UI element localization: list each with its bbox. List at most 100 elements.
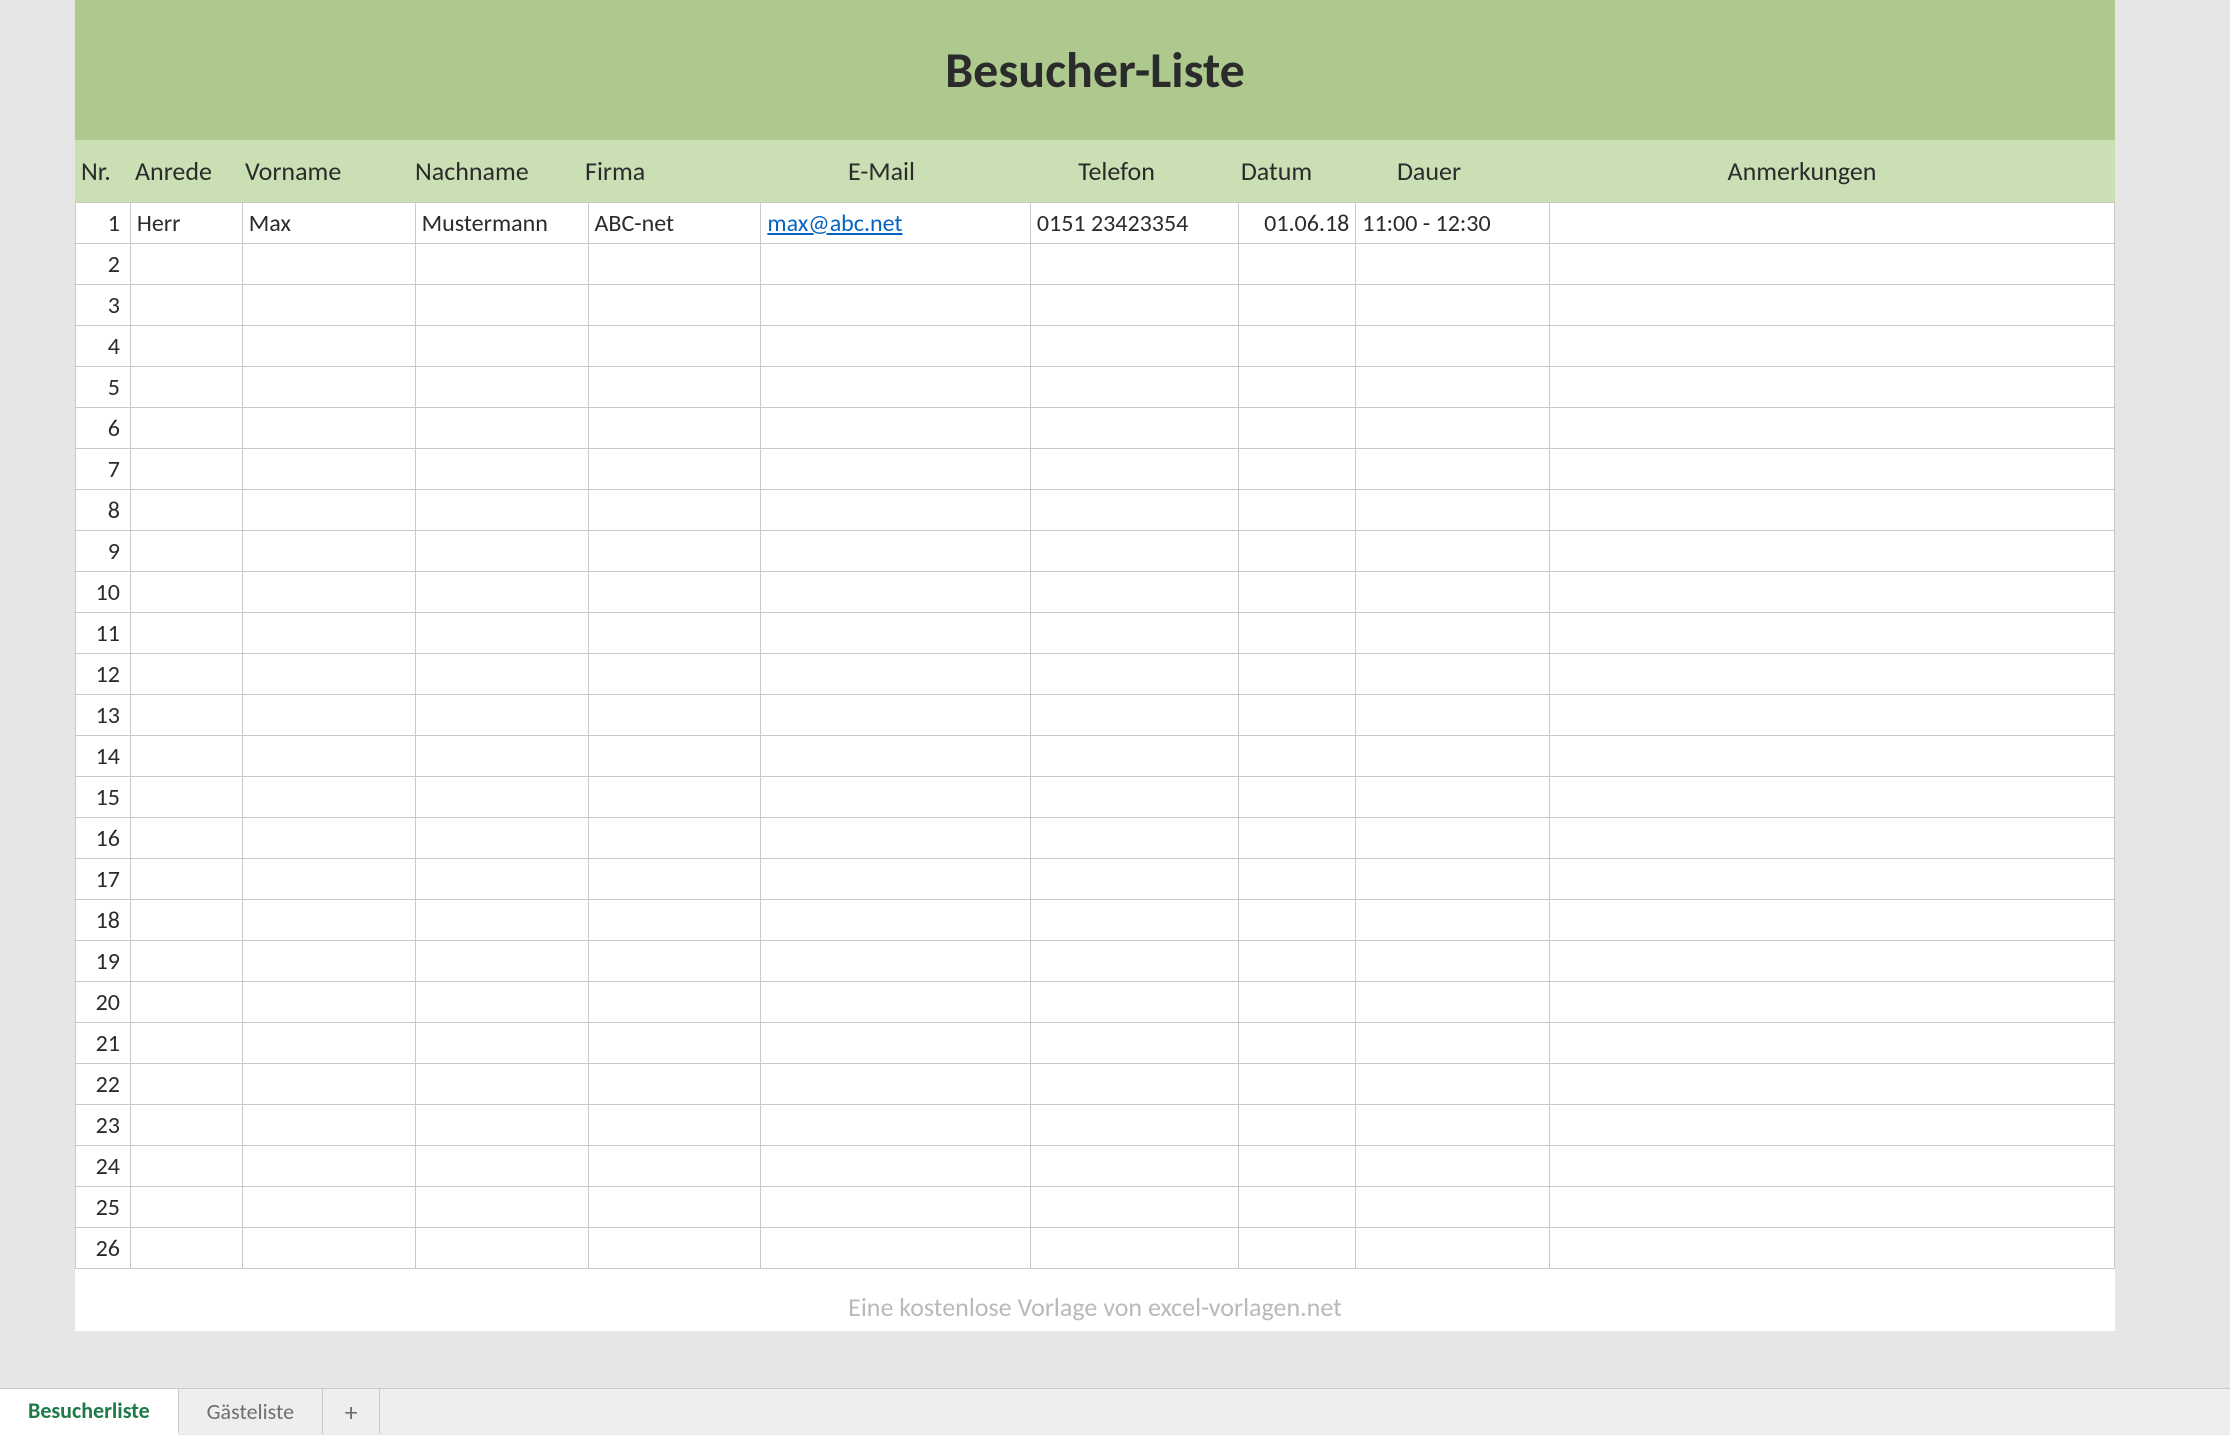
cell-nr[interactable]: 23 (76, 1105, 131, 1146)
cell-anrede[interactable] (130, 1105, 242, 1146)
add-sheet-button[interactable]: + (323, 1389, 380, 1434)
cell-anrede[interactable] (130, 1228, 242, 1269)
cell-email[interactable] (761, 449, 1030, 490)
table-row[interactable]: 25 (76, 1187, 2115, 1228)
cell-nachname[interactable] (415, 613, 588, 654)
cell-vorname[interactable] (242, 654, 415, 695)
cell-telefon[interactable] (1030, 777, 1238, 818)
cell-datum[interactable] (1239, 736, 1356, 777)
cell-dauer[interactable] (1356, 736, 1549, 777)
cell-anmerkungen[interactable] (1549, 1064, 2115, 1105)
cell-telefon[interactable] (1030, 285, 1238, 326)
cell-nachname[interactable] (415, 818, 588, 859)
cell-vorname[interactable] (242, 449, 415, 490)
cell-vorname[interactable] (242, 1064, 415, 1105)
cell-anrede[interactable] (130, 449, 242, 490)
cell-telefon[interactable] (1030, 490, 1238, 531)
cell-nachname[interactable] (415, 244, 588, 285)
cell-telefon[interactable] (1030, 695, 1238, 736)
cell-firma[interactable] (588, 736, 761, 777)
cell-datum[interactable] (1239, 1105, 1356, 1146)
cell-firma[interactable] (588, 449, 761, 490)
cell-datum[interactable] (1239, 367, 1356, 408)
cell-vorname[interactable] (242, 900, 415, 941)
cell-anmerkungen[interactable] (1549, 982, 2115, 1023)
cell-firma[interactable] (588, 326, 761, 367)
cell-dauer[interactable] (1356, 941, 1549, 982)
cell-nachname[interactable] (415, 326, 588, 367)
cell-email[interactable] (761, 285, 1030, 326)
cell-anmerkungen[interactable] (1549, 777, 2115, 818)
cell-vorname[interactable] (242, 285, 415, 326)
cell-anmerkungen[interactable] (1549, 449, 2115, 490)
cell-firma[interactable] (588, 982, 761, 1023)
cell-anrede[interactable] (130, 941, 242, 982)
cell-email[interactable] (761, 490, 1030, 531)
table-row[interactable]: 4 (76, 326, 2115, 367)
cell-telefon[interactable] (1030, 1228, 1238, 1269)
cell-nr[interactable]: 6 (76, 408, 131, 449)
cell-dauer[interactable] (1356, 982, 1549, 1023)
cell-firma[interactable] (588, 859, 761, 900)
cell-anrede[interactable] (130, 326, 242, 367)
table-row[interactable]: 23 (76, 1105, 2115, 1146)
cell-nr[interactable]: 24 (76, 1146, 131, 1187)
table-row[interactable]: 16 (76, 818, 2115, 859)
cell-datum[interactable] (1239, 449, 1356, 490)
cell-nr[interactable]: 8 (76, 490, 131, 531)
cell-vorname[interactable] (242, 982, 415, 1023)
cell-anrede[interactable] (130, 490, 242, 531)
cell-nr[interactable]: 1 (76, 203, 131, 244)
cell-datum[interactable] (1239, 818, 1356, 859)
cell-vorname[interactable] (242, 1105, 415, 1146)
cell-anmerkungen[interactable] (1549, 285, 2115, 326)
cell-email[interactable] (761, 408, 1030, 449)
cell-datum[interactable] (1239, 941, 1356, 982)
cell-dauer[interactable]: 11:00 - 12:30 (1356, 203, 1549, 244)
cell-firma[interactable] (588, 1105, 761, 1146)
cell-anrede[interactable] (130, 1064, 242, 1105)
cell-email[interactable] (761, 367, 1030, 408)
cell-vorname[interactable] (242, 941, 415, 982)
cell-firma[interactable] (588, 941, 761, 982)
cell-nachname[interactable] (415, 490, 588, 531)
cell-anrede[interactable] (130, 654, 242, 695)
cell-anrede[interactable] (130, 1023, 242, 1064)
cell-firma[interactable] (588, 900, 761, 941)
cell-email[interactable] (761, 1023, 1030, 1064)
table-row[interactable]: 14 (76, 736, 2115, 777)
cell-nr[interactable]: 3 (76, 285, 131, 326)
cell-anrede[interactable] (130, 1187, 242, 1228)
cell-nachname[interactable] (415, 900, 588, 941)
table-row[interactable]: 19 (76, 941, 2115, 982)
cell-anmerkungen[interactable] (1549, 1228, 2115, 1269)
cell-firma[interactable] (588, 1064, 761, 1105)
cell-anrede[interactable] (130, 736, 242, 777)
cell-nachname[interactable] (415, 941, 588, 982)
email-link[interactable]: max@abc.net (767, 209, 902, 238)
cell-datum[interactable] (1239, 1146, 1356, 1187)
cell-dauer[interactable] (1356, 531, 1549, 572)
table-row[interactable]: 15 (76, 777, 2115, 818)
cell-anrede[interactable] (130, 367, 242, 408)
cell-firma[interactable] (588, 490, 761, 531)
cell-telefon[interactable] (1030, 654, 1238, 695)
cell-anmerkungen[interactable] (1549, 695, 2115, 736)
cell-dauer[interactable] (1356, 1228, 1549, 1269)
table-row[interactable]: 26 (76, 1228, 2115, 1269)
cell-telefon[interactable] (1030, 1187, 1238, 1228)
cell-email[interactable] (761, 531, 1030, 572)
cell-email[interactable] (761, 1228, 1030, 1269)
cell-vorname[interactable] (242, 572, 415, 613)
cell-nachname[interactable] (415, 1187, 588, 1228)
cell-anrede[interactable] (130, 695, 242, 736)
cell-firma[interactable]: ABC-net (588, 203, 761, 244)
cell-firma[interactable] (588, 695, 761, 736)
table-row[interactable]: 3 (76, 285, 2115, 326)
cell-anmerkungen[interactable] (1549, 900, 2115, 941)
cell-nachname[interactable] (415, 1228, 588, 1269)
cell-datum[interactable] (1239, 490, 1356, 531)
cell-dauer[interactable] (1356, 244, 1549, 285)
table-row[interactable]: 2 (76, 244, 2115, 285)
cell-datum[interactable] (1239, 408, 1356, 449)
